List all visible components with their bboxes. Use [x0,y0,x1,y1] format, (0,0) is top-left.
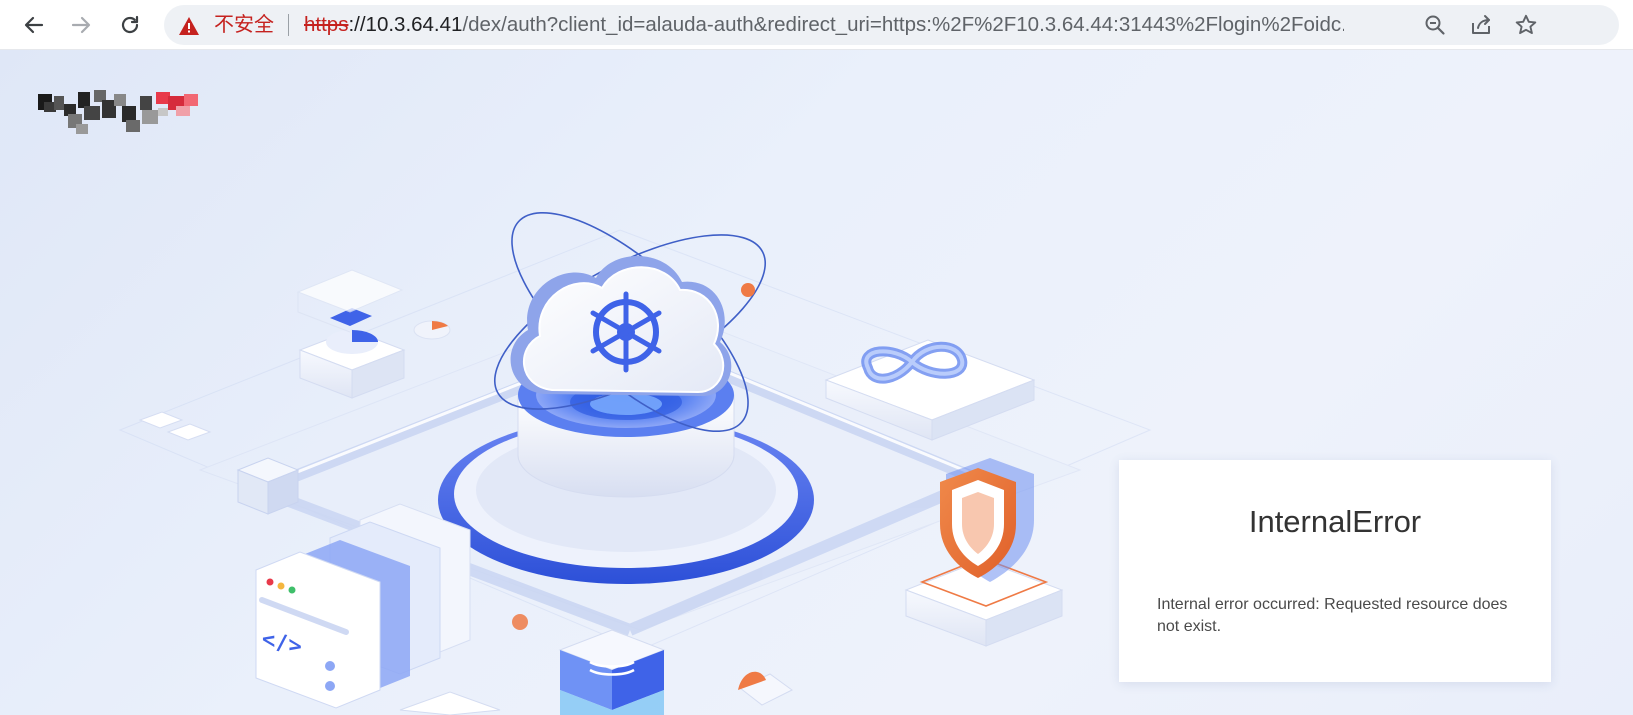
url-scheme: https [304,14,349,36]
orbit-node [741,283,755,297]
small-tiles [138,411,212,441]
server-stack [558,629,666,715]
share-icon[interactable] [1469,13,1493,37]
shield-icon [940,458,1034,582]
zoom-out-icon[interactable] [1423,13,1447,37]
small-pie [413,320,451,340]
url-host: ://10.3.64.41 [348,14,463,36]
security-status-label[interactable]: 不安全 [214,14,274,36]
error-card: InternalError Internal error occurred: R… [1119,460,1551,682]
error-message: Internal error occurred: Requested resou… [1157,596,1508,635]
forward-arrow-icon[interactable] [66,10,96,40]
star-icon[interactable] [1514,13,1538,37]
chart-pedestal [296,269,406,399]
orange-cone [738,671,793,706]
error-title: InternalError [1248,504,1422,539]
warning-triangle-icon[interactable] [178,16,200,36]
page-viewport: </> InternalError Internal error occurre… [0,50,1633,715]
glass-cube [236,457,300,515]
url-path: /dex/auth?client_id=alauda-auth&redirect… [462,14,1344,36]
reload-icon[interactable] [115,10,145,40]
address-bar[interactable]: 不安全 https://10.3.64.41/dex/auth?client_i… [164,5,1619,45]
browser-toolbar: 不安全 https://10.3.64.41/dex/auth?client_i… [0,0,1633,50]
code-window-stack: </> [255,503,471,709]
url-text[interactable]: https://10.3.64.41/dex/auth?client_id=al… [304,14,1344,36]
accent-node [512,614,528,630]
white-tile [399,691,501,715]
url-divider [288,14,289,36]
back-arrow-icon[interactable] [19,10,49,40]
